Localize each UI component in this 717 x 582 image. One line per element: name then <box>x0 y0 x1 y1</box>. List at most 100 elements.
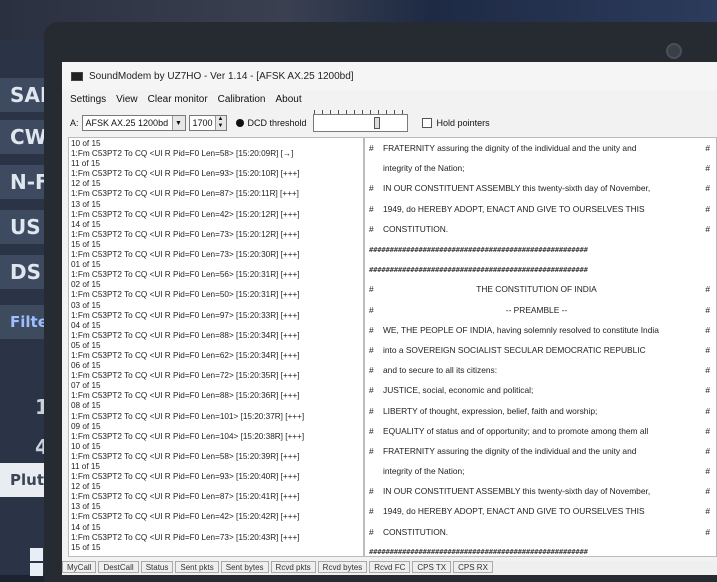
row-right-hash: # <box>705 223 710 234</box>
row-text: LIBERTY of thought, expression, belief, … <box>383 405 598 416</box>
window-title: SoundModem by UZ7HO - Ver 1.14 - [AFSK A… <box>89 70 354 82</box>
monitor-line: 08 of 15 <box>71 401 101 411</box>
menu-about[interactable]: About <box>270 92 306 110</box>
status-cell: DestCall <box>98 561 139 573</box>
monitor-line: 1:Fm C53PT2 To CQ <UI R Pid=F0 Len=72> [… <box>71 371 300 381</box>
decoded-row: # EQUALITY of status and of opportunity; … <box>365 421 716 441</box>
decoded-row: # IN OUR CONSTITUENT ASSEMBLY this twenty… <box>365 178 716 198</box>
frequency-value: 1700 <box>192 118 213 128</box>
monitor-line: 09 of 15 <box>71 421 101 431</box>
row-right-hash: # <box>705 506 710 517</box>
row-text: CONSTITUTION. <box>383 526 449 537</box>
monitor-line: 13 of 15 <box>71 502 101 512</box>
monitor-line: 1:Fm C53PT2 To CQ <UI R Pid=F0 Len=93> [… <box>71 169 300 179</box>
monitor-line: 15 of 15 <box>71 239 101 249</box>
monitor-line: 1:Fm C53PT2 To CQ <UI R Pid=F0 Len=58> [… <box>71 451 300 461</box>
frequency-spinner[interactable]: 1700 ▲ ▼ <box>188 115 227 131</box>
monitor-line: 02 of 15 <box>71 280 101 290</box>
monitor-line: 1:Fm C53PT2 To CQ <UI R Pid=F0 Len=73> [… <box>71 229 300 239</box>
status-cell: Rcvd bytes <box>317 561 368 573</box>
hash-separator: ########################################… <box>369 244 588 254</box>
row-left-hash: # <box>369 344 374 355</box>
monitor-line: 1:Fm C53PT2 To CQ <UI R Pid=F0 Len=104> … <box>71 431 305 441</box>
menu-calibration[interactable]: Calibration <box>213 92 271 110</box>
tile-label: N-F <box>10 170 49 194</box>
monitor-line: 07 of 15 <box>71 381 101 391</box>
decoded-row: # LIBERTY of thought, expression, belief,… <box>365 400 716 420</box>
dcd-radio[interactable] <box>235 119 244 127</box>
monitor-line: 1:Fm C53PT2 To CQ <UI R Pid=F0 Len=88> [… <box>71 330 300 340</box>
app-icon <box>71 71 83 81</box>
monitor-line: 1:Fm C53PT2 To CQ <UI R Pid=F0 Len=73> [… <box>71 250 300 260</box>
monitor-line: 1:Fm C53PT2 To CQ <UI R Pid=F0 Len=42> [… <box>71 209 300 219</box>
monitor-line: 11 of 15 <box>71 462 100 471</box>
row-right-hash: # <box>705 143 710 154</box>
modem-select[interactable]: AFSK AX.25 1200bd ▼ <box>81 115 186 131</box>
hold-pointers-checkbox[interactable] <box>421 118 432 128</box>
decoded-row: # WE, THE PEOPLE OF INDIA, having solemnl… <box>365 320 716 340</box>
monitor-line: 13 of 15 <box>71 199 101 209</box>
row-text: into a SOVEREIGN SOCIALIST SECULAR DEMOC… <box>383 344 646 355</box>
row-text: and to secure to all its citizens: <box>383 365 498 376</box>
decoded-row: # CONSTITUTION. # <box>365 522 716 542</box>
row-left-hash: # <box>369 445 374 456</box>
row-text: FRATERNITY assuring the dignity of the i… <box>383 143 637 154</box>
decoded-row: # -- PREAMBLE -- # <box>365 300 716 320</box>
row-left-hash: # <box>369 183 374 194</box>
decoded-row: #1949, do HEREBY ADOPT, ENACT AND GIVE T… <box>365 199 716 219</box>
slider-thumb[interactable] <box>373 117 380 129</box>
hold-pointers-label: Hold pointers <box>436 118 490 128</box>
modem-select-value: AFSK AX.25 1200bd <box>85 118 169 128</box>
dcd-threshold-slider[interactable] <box>312 110 409 132</box>
row-text: IN OUR CONSTITUENT ASSEMBLY this twenty-… <box>383 183 651 194</box>
tile-label: US <box>10 215 41 239</box>
menu-settings[interactable]: Settings <box>62 92 111 110</box>
decoded-row: # into a SOVEREIGN SOCIALIST SECULAR DEMO… <box>365 340 716 360</box>
monitor-line: 1:Fm C53PT2 To CQ <UI R Pid=F0 Len=97> [… <box>71 310 300 320</box>
monitor-line: 1:Fm C53PT2 To CQ <UI R Pid=F0 Len=42> [… <box>71 512 300 522</box>
decoded-row: # CONSTITUTION. # <box>365 219 716 239</box>
slider-ticks <box>313 110 409 114</box>
row-right-hash: # <box>705 365 710 376</box>
decoded-text-pane[interactable]: # FRATERNITY assuring the dignity of the … <box>364 137 717 557</box>
row-right-hash: # <box>705 425 710 436</box>
row-left-hash: # <box>369 405 374 416</box>
monitor-line: 1:Fm C53PT2 To CQ <UI R Pid=F0 Len=73> [… <box>71 532 300 542</box>
monitor-line: 1:Fm C53PT2 To CQ <UI R Pid=F0 Len=87> [… <box>71 492 300 502</box>
hash-separator: ########################################… <box>369 547 588 557</box>
menu-clear-monitor[interactable]: Clear monitor <box>143 92 213 110</box>
decoded-row: ########################################… <box>365 259 716 279</box>
monitor-line: 11 of 15 <box>71 159 100 169</box>
status-cell: CPS TX <box>412 561 452 573</box>
row-right-hash: # <box>705 405 710 416</box>
row-left-hash: # <box>369 324 374 335</box>
row-left-hash: # <box>369 304 374 315</box>
monitor-line: 12 of 15 <box>71 179 101 189</box>
menu-view[interactable]: View <box>111 92 143 110</box>
row-right-hash: # <box>705 163 710 174</box>
row-text: 1949, do HEREBY ADOPT, ENACT AND GIVE TO… <box>383 203 645 214</box>
status-cell: Sent pkts <box>175 561 219 573</box>
status-bar: MyCall DestCall Status Sent pkts Sent bytes R… <box>62 561 717 575</box>
row-text: -- PREAMBLE -- <box>505 304 568 315</box>
hash-separator: ########################################… <box>369 264 588 274</box>
row-text: EQUALITY of status and of opportunity; a… <box>383 425 649 436</box>
monitor-pane[interactable]: 10 of 15 1:Fm C53PT2 To CQ <UI R Pid=F0 L… <box>68 137 364 557</box>
row-right-hash: # <box>705 526 710 537</box>
monitor-line: 1:Fm C53PT2 To CQ <UI R Pid=F0 Len=101> … <box>71 411 305 421</box>
decoded-row: # THE CONSTITUTION OF INDIA # <box>365 279 716 299</box>
spin-arrows-icon[interactable]: ▲ ▼ <box>214 116 226 130</box>
status-cell: Sent bytes <box>220 561 269 573</box>
row-text: integrity of the Nation; <box>383 163 465 174</box>
row-left-hash: # <box>369 203 374 214</box>
status-cell: CPS RX <box>453 561 493 573</box>
soundmodem-window: SoundModem by UZ7HO - Ver 1.14 - [AFSK A… <box>62 62 717 575</box>
menu-bar: Settings View Clear monitor Calibration … <box>62 92 717 110</box>
chevron-down-icon[interactable]: ▼ <box>171 116 185 130</box>
row-text: JUSTICE, social, economic and political; <box>383 385 534 396</box>
row-right-hash: # <box>705 284 710 295</box>
decoded-row: # and to secure to all its citizens: # <box>365 360 716 380</box>
monitor-line: 04 of 15 <box>71 320 101 330</box>
tile-label: SAI <box>10 83 48 107</box>
title-bar[interactable]: SoundModem by UZ7HO - Ver 1.14 - [AFSK A… <box>62 62 717 90</box>
